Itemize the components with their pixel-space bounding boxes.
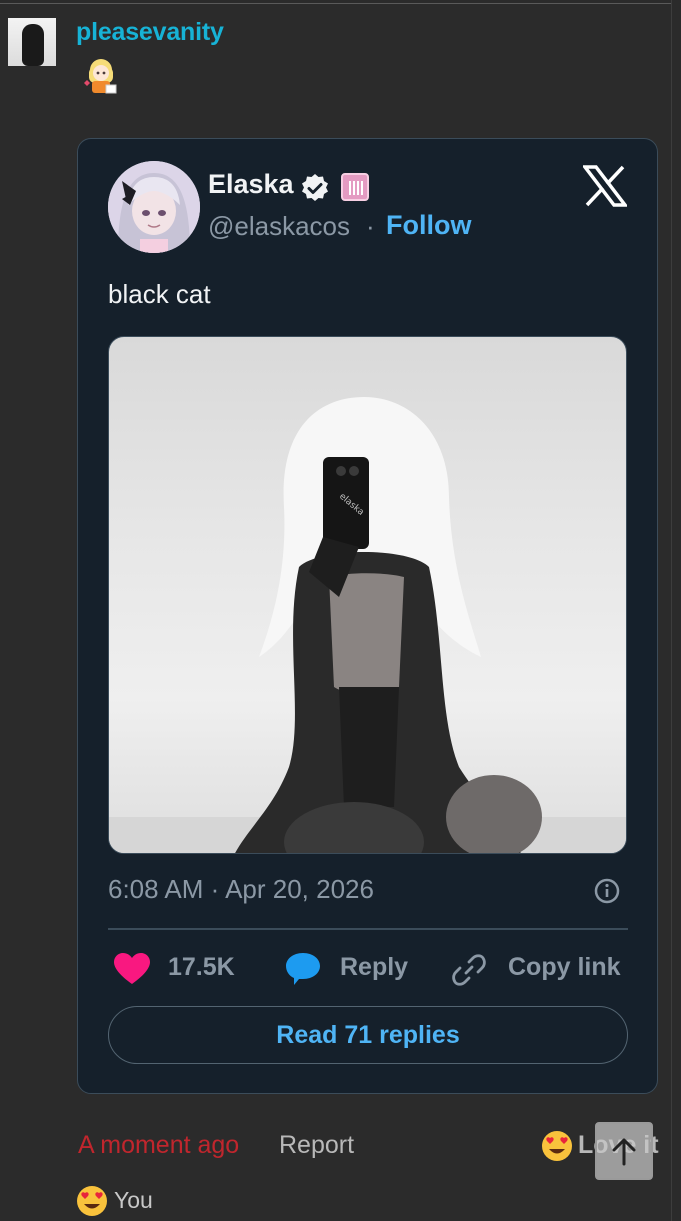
likes-count: 17.5K	[168, 953, 235, 981]
reply-action[interactable]: Reply	[284, 949, 414, 989]
copy-link-action[interactable]: Copy link	[452, 949, 628, 989]
right-divider	[671, 0, 672, 1221]
tweet-embed-card: Elaska @elaskacos · Follow black cat ela…	[77, 138, 658, 1094]
reaction-user-label: You	[114, 1187, 153, 1213]
tweet-divider	[108, 928, 628, 930]
copy-link-label: Copy link	[508, 953, 621, 981]
heart-icon	[114, 953, 150, 984]
arrow-up-icon	[612, 1138, 636, 1166]
x-logo-icon[interactable]	[583, 165, 627, 207]
heart-eyes-emoji-icon[interactable]	[541, 1130, 573, 1162]
like-action[interactable]: 17.5K	[108, 949, 248, 989]
tweet-timestamp[interactable]: 6:08 AM · Apr 20, 2026	[108, 874, 374, 905]
verified-check-icon	[302, 174, 328, 201]
link-icon	[452, 954, 486, 986]
tweet-author-name[interactable]: Elaska	[208, 169, 294, 200]
info-icon[interactable]	[593, 877, 621, 905]
read-replies-button[interactable]: Read 71 replies	[108, 1006, 628, 1064]
tweet-text: black cat	[108, 279, 211, 309]
tweet-author-avatar[interactable]	[108, 161, 200, 253]
heart-eyes-emoji-icon	[77, 1186, 107, 1216]
scroll-to-top-button[interactable]	[595, 1122, 653, 1180]
post-time: A moment ago	[78, 1131, 240, 1159]
tweet-author-handle[interactable]: @elaskacos	[208, 211, 350, 242]
tweet-image[interactable]: elaska	[108, 336, 627, 854]
affiliate-badge-icon	[341, 173, 369, 201]
report-link[interactable]: Report	[279, 1131, 354, 1160]
handle-separator: ·	[366, 211, 375, 241]
top-divider	[0, 3, 672, 4]
follow-button[interactable]: Follow	[386, 210, 471, 241]
post-author-avatar[interactable]	[8, 18, 56, 66]
reply-label: Reply	[340, 953, 409, 981]
user-badge-sticker	[80, 55, 122, 97]
post-author-username[interactable]: pleasevanity	[76, 18, 224, 47]
reply-bubble-icon	[286, 953, 320, 985]
